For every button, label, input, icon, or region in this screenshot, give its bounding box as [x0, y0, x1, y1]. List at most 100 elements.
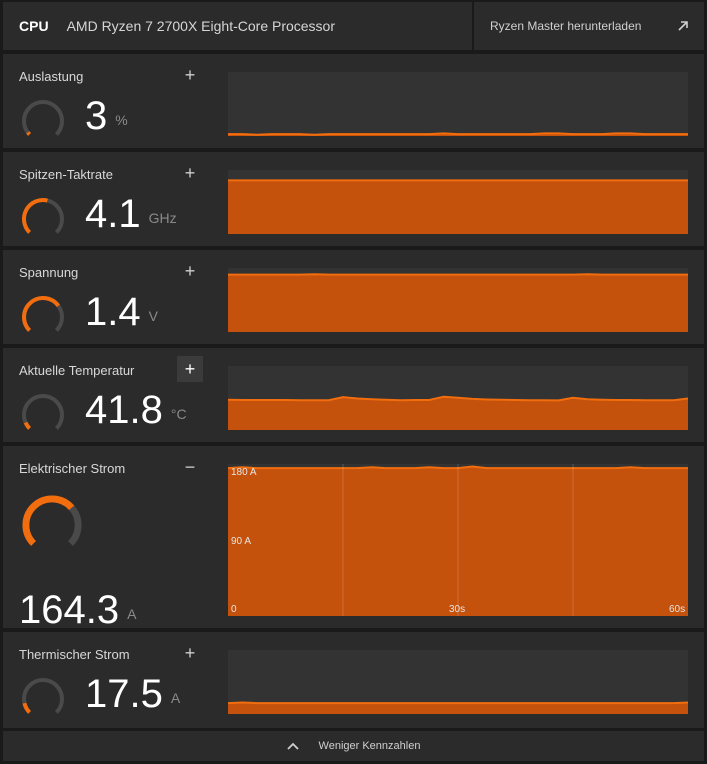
metric-info: Elektrischer Strom − 164.3 A — [3, 446, 211, 630]
metric-unit: GHz — [148, 210, 177, 226]
metric-unit: °C — [170, 406, 187, 422]
chevron-up-icon — [286, 742, 299, 750]
metric-info: Aktuelle Temperatur + 41.8 °C — [3, 348, 211, 442]
sparkline-chart — [228, 268, 688, 332]
gauge-track — [22, 100, 64, 136]
metric-value: 3% — [85, 96, 128, 136]
series-area — [228, 180, 688, 234]
metric-value-number: 4.1 — [85, 192, 141, 236]
series-area — [228, 702, 688, 714]
metric-auslastung: Auslastung + 3% — [3, 54, 704, 148]
area-chart-svg — [228, 464, 688, 616]
gauge-dial — [22, 495, 82, 546]
y-tick-label-90: 90 A — [231, 536, 252, 547]
plus-icon: + — [184, 64, 196, 85]
metric-value-number: 3 — [85, 94, 108, 138]
sparkline-svg — [228, 132, 688, 136]
metric-chart-area — [213, 54, 704, 148]
metric-title: Spannung — [19, 265, 79, 280]
gauge-dial — [22, 394, 64, 430]
gauge-fill — [26, 131, 32, 136]
sparkline-chart — [228, 366, 688, 430]
metric-info: Thermischer Strom + 17.5 A — [3, 632, 211, 728]
metric-title: Spitzen-Taktrate — [19, 167, 113, 182]
metric-value-number: 164.3 — [19, 588, 120, 632]
expand-toggle-button[interactable]: + — [177, 356, 203, 382]
metric-value-number: 41.8 — [85, 388, 163, 432]
x-tick-label-30s: 30s — [449, 604, 466, 615]
metric-unit: A — [127, 606, 137, 622]
download-ryzen-master-button[interactable]: Ryzen Master herunterladen — [472, 2, 704, 50]
metric-unit: % — [115, 112, 128, 128]
sparkline-chart — [228, 170, 688, 234]
series-line — [228, 701, 688, 705]
external-link-icon — [678, 21, 688, 31]
metric-chart-area — [213, 152, 704, 246]
gauge-dial — [22, 678, 64, 714]
gauge-track — [22, 678, 64, 714]
gauge-fill — [23, 421, 32, 430]
cpu-model-name: AMD Ryzen 7 2700X Eight-Core Processor — [66, 18, 336, 34]
plus-icon: + — [184, 358, 196, 379]
less-metrics-label: Weniger Kennzahlen — [318, 740, 421, 752]
series-area — [228, 274, 688, 332]
metric-value: 4.1 GHz — [85, 194, 177, 234]
metric-value: 41.8 °C — [85, 390, 187, 430]
gauge-fill — [22, 702, 32, 714]
gauge-track — [22, 394, 64, 430]
minus-icon: − — [184, 456, 196, 477]
expand-toggle-button[interactable]: + — [177, 258, 203, 284]
sparkline-svg — [228, 273, 688, 332]
metric-chart-area — [213, 348, 704, 442]
gauge-fill — [22, 296, 60, 332]
collapse-toggle-button[interactable]: − — [177, 454, 203, 480]
download-button-label: Ryzen Master herunterladen — [490, 19, 642, 33]
metric-title: Auslastung — [19, 69, 84, 84]
metric-aktuelle-temperatur: Aktuelle Temperatur + 41.8 °C — [3, 348, 704, 442]
y-tick-label-0: 0 — [231, 604, 237, 615]
metric-thermischer-strom: Thermischer Strom + 17.5 A — [3, 632, 704, 728]
metric-title: Thermischer Strom — [19, 647, 130, 662]
metric-title: Aktuelle Temperatur — [19, 363, 135, 378]
metric-info: Spannung + 1.4 V — [3, 250, 211, 344]
metric-value-number: 17.5 — [85, 672, 163, 716]
plus-icon: + — [184, 642, 196, 663]
metric-info: Auslastung + 3% — [3, 54, 211, 148]
series-area — [228, 396, 688, 430]
metric-elektrischer-strom: Elektrischer Strom − 164.3 A 180 A 90 A 0… — [3, 446, 704, 630]
metric-chart-area — [213, 632, 704, 728]
metric-unit: A — [170, 690, 181, 706]
metric-spitzen-taktrate: Spitzen-Taktrate + 4.1 GHz — [3, 152, 704, 246]
metric-info: Spitzen-Taktrate + 4.1 GHz — [3, 152, 211, 246]
gauge-fill — [22, 198, 48, 234]
metric-chart-area: 180 A 90 A 0 30s 60s — [213, 446, 704, 628]
sparkline-chart — [228, 72, 688, 136]
gauge-dial — [22, 198, 64, 234]
x-tick-label-60s: 60s — [669, 604, 686, 615]
sparkline-svg — [228, 179, 688, 234]
metric-unit: V — [148, 308, 158, 324]
metric-value: 1.4 V — [85, 292, 158, 332]
cpu-title-bar: CPU AMD Ryzen 7 2700X Eight-Core Process… — [3, 2, 472, 50]
gauge-dial — [22, 100, 64, 136]
expand-toggle-button[interactable]: + — [177, 640, 203, 666]
y-tick-label-180: 180 A — [231, 467, 257, 478]
gauge-dial — [22, 296, 64, 332]
sparkline-chart — [228, 650, 688, 714]
cpu-metrics-panel: CPU AMD Ryzen 7 2700X Eight-Core Process… — [0, 0, 707, 764]
metric-value: 164.3 A — [19, 590, 136, 630]
metric-title: Elektrischer Strom — [19, 461, 126, 476]
current-area-chart: 180 A 90 A 0 30s 60s — [228, 464, 688, 616]
metric-value: 17.5 A — [85, 674, 180, 714]
less-metrics-button[interactable]: Weniger Kennzahlen — [3, 731, 704, 761]
metric-chart-area — [213, 250, 704, 344]
cpu-header: CPU AMD Ryzen 7 2700X Eight-Core Process… — [3, 2, 704, 50]
plus-icon: + — [184, 162, 196, 183]
cpu-label: CPU — [19, 18, 49, 34]
expand-toggle-button[interactable]: + — [177, 160, 203, 186]
expand-toggle-button[interactable]: + — [177, 62, 203, 88]
gauge-fill — [22, 495, 75, 546]
sparkline-svg — [228, 395, 688, 430]
metric-spannung: Spannung + 1.4 V — [3, 250, 704, 344]
sparkline-svg — [228, 701, 688, 714]
